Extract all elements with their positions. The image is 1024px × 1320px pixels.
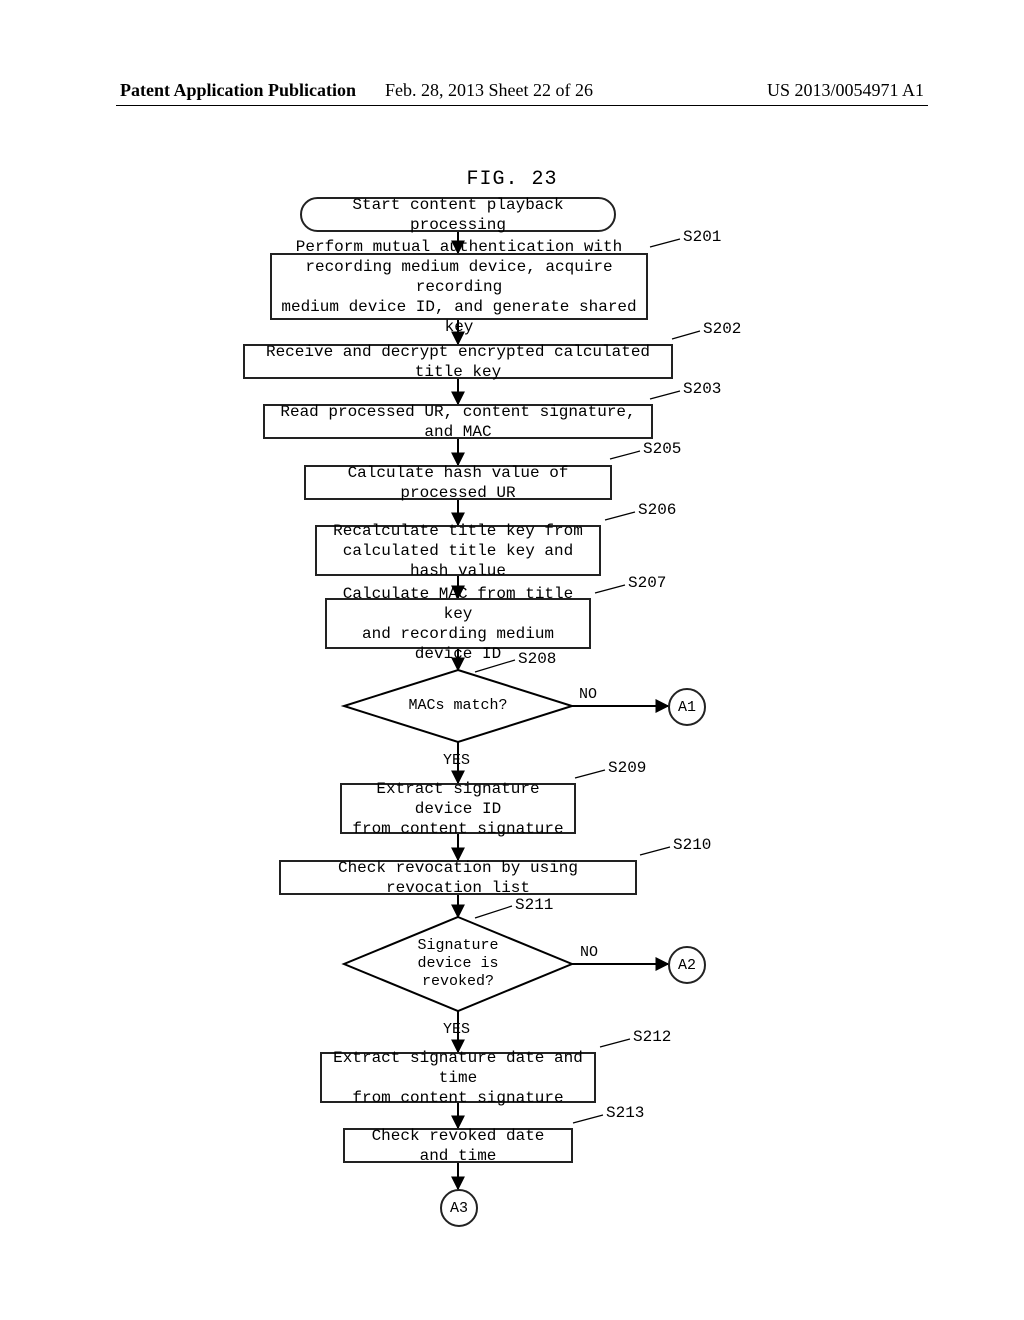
label-s213: S213 <box>606 1104 644 1122</box>
header-left: Patent Application Publication <box>120 80 356 101</box>
connector-a3: A3 <box>440 1189 478 1227</box>
process-s213: Check revoked date and time <box>343 1128 573 1163</box>
label-s211: S211 <box>515 896 553 914</box>
label-s201: S201 <box>683 228 721 246</box>
process-s209: Extract signature device ID from content… <box>340 783 576 834</box>
branch-no-1: NO <box>579 686 597 703</box>
start-terminator: Start content playback processing <box>300 197 616 232</box>
label-s206: S206 <box>638 501 676 519</box>
figure-title: FIG. 23 <box>0 168 1024 191</box>
process-s207: Calculate MAC from title key and recordi… <box>325 598 591 649</box>
connector-a2: A2 <box>668 946 706 984</box>
process-s203: Read processed UR, content signature, an… <box>263 404 653 439</box>
process-s212: Extract signature date and time from con… <box>320 1052 596 1103</box>
branch-yes-2: YES <box>443 1021 470 1038</box>
header-rule <box>116 105 928 106</box>
label-s208: S208 <box>518 650 556 668</box>
label-s203: S203 <box>683 380 721 398</box>
connector-a1: A1 <box>668 688 706 726</box>
process-s206: Recalculate title key from calculated ti… <box>315 525 601 576</box>
label-s205: S205 <box>643 440 681 458</box>
process-s202: Receive and decrypt encrypted calculated… <box>243 344 673 379</box>
process-s210: Check revocation by using revocation lis… <box>279 860 637 895</box>
label-s212: S212 <box>633 1028 671 1046</box>
page-root: Patent Application Publication Feb. 28, … <box>0 0 1024 1320</box>
label-s209: S209 <box>608 759 646 777</box>
label-s207: S207 <box>628 574 666 592</box>
label-s210: S210 <box>673 836 711 854</box>
process-s205: Calculate hash value of processed UR <box>304 465 612 500</box>
decision-s208-text: MACs match? <box>398 697 518 715</box>
header-center: Feb. 28, 2013 Sheet 22 of 26 <box>385 80 593 101</box>
branch-yes-1: YES <box>443 752 470 769</box>
decision-s211-text: Signature device is revoked? <box>398 938 518 990</box>
process-s201: Perform mutual authentication with recor… <box>270 253 648 320</box>
branch-no-2: NO <box>580 944 598 961</box>
header-right: US 2013/0054971 A1 <box>767 80 924 101</box>
label-s202: S202 <box>703 320 741 338</box>
